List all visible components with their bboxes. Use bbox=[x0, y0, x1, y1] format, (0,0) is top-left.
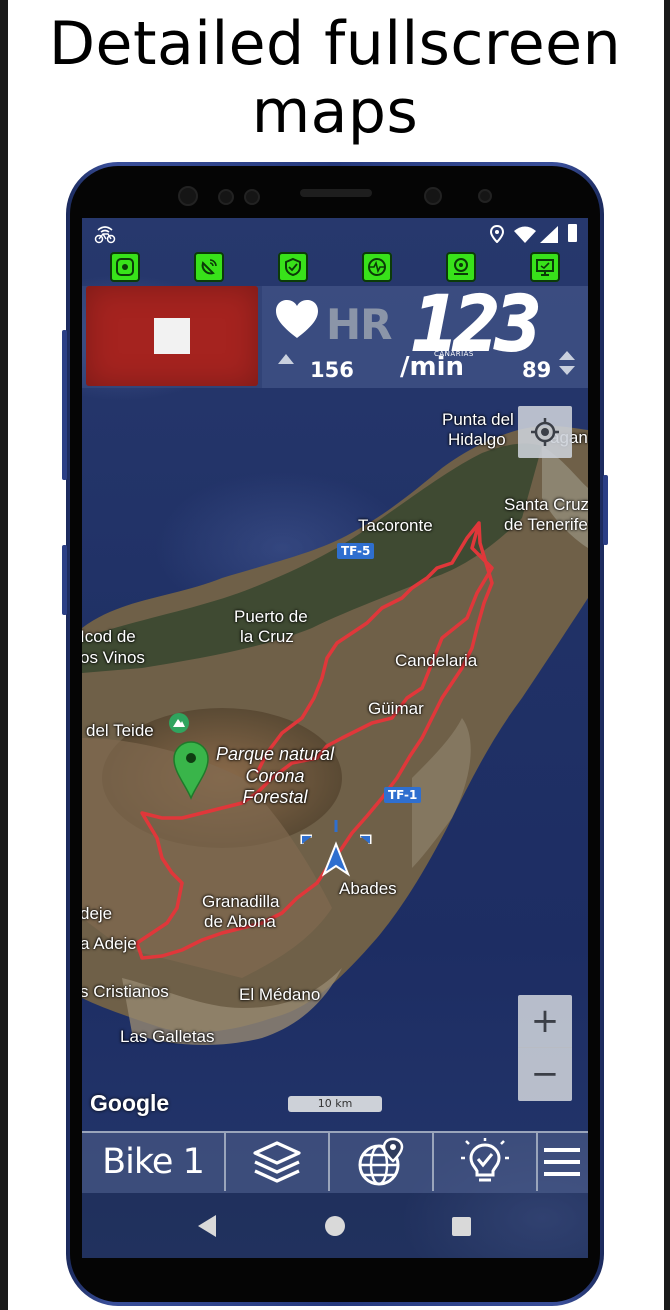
chevron-up-icon bbox=[278, 354, 294, 364]
map-label: Icod de bbox=[82, 627, 136, 646]
my-location-button[interactable] bbox=[518, 406, 572, 458]
map-label: Güimar bbox=[368, 699, 424, 718]
map-label: El Médano bbox=[239, 985, 321, 1004]
monitor-icon[interactable] bbox=[530, 252, 560, 282]
headline-line1: Detailed fullscreen bbox=[48, 9, 622, 79]
bixby-button bbox=[62, 545, 67, 615]
hr-value: 123 bbox=[411, 279, 542, 368]
satellite-dish-icon[interactable] bbox=[194, 252, 224, 282]
wifi-icon bbox=[514, 226, 536, 243]
map-label: Las Galletas bbox=[120, 1027, 215, 1046]
front-sensor bbox=[478, 189, 492, 203]
layers-icon bbox=[253, 1141, 301, 1183]
map-label: del Teide bbox=[86, 721, 154, 740]
hr-label: HR bbox=[326, 300, 392, 349]
google-logo: Google bbox=[90, 1090, 170, 1116]
map-source-button[interactable] bbox=[330, 1133, 434, 1191]
map-label-park: Parque natural bbox=[215, 744, 335, 764]
globe-pin-icon bbox=[358, 1137, 404, 1186]
headline-line2: maps bbox=[251, 77, 419, 147]
map-label: Puerto de bbox=[234, 607, 308, 626]
navigation-arrow-icon bbox=[300, 820, 372, 877]
shield-icon[interactable] bbox=[278, 252, 308, 282]
map-label: Hidalgo bbox=[448, 430, 506, 449]
zoom-in-button[interactable]: + bbox=[518, 995, 572, 1048]
bike-wifi-icon bbox=[94, 226, 116, 244]
status-bar bbox=[82, 218, 588, 252]
stop-button[interactable] bbox=[86, 286, 258, 386]
map-label: deje bbox=[82, 904, 113, 923]
menu-icon bbox=[544, 1148, 580, 1176]
data-panel: HR 123 CANARIAS /min 156 89 bbox=[82, 279, 588, 388]
map-label: la Cruz bbox=[240, 627, 294, 646]
stop-icon bbox=[154, 318, 190, 354]
map-label: de Abona bbox=[204, 912, 276, 931]
map-label: Punta del bbox=[442, 410, 514, 429]
crosshair-icon bbox=[531, 418, 559, 446]
heart-rate-widget[interactable]: HR 123 CANARIAS /min 156 89 bbox=[262, 279, 588, 388]
hr-unit: /min bbox=[400, 352, 465, 382]
signal-icon bbox=[540, 226, 558, 243]
zoom-controls: + − bbox=[518, 995, 572, 1101]
earpiece-speaker bbox=[300, 189, 372, 197]
recent-apps-icon[interactable] bbox=[452, 1217, 471, 1236]
app-screen: HR 123 CANARIAS /min 156 89 Punta del Hi… bbox=[82, 218, 588, 1258]
battery-icon bbox=[568, 224, 577, 242]
target-icon[interactable] bbox=[110, 252, 140, 282]
home-icon[interactable] bbox=[325, 1216, 345, 1236]
gps-tracker-icon[interactable] bbox=[446, 252, 476, 282]
front-sensor bbox=[178, 186, 198, 206]
zoom-out-button[interactable]: − bbox=[518, 1048, 572, 1100]
map-label: Santa Cruz bbox=[504, 495, 588, 514]
map-label: Abades bbox=[339, 879, 397, 898]
back-icon[interactable] bbox=[198, 1215, 216, 1237]
menu-button[interactable] bbox=[536, 1133, 586, 1191]
front-sensor bbox=[244, 189, 260, 205]
left-edge bbox=[0, 0, 8, 1310]
road-badge-tf1: TF-1 bbox=[384, 787, 422, 803]
location-icon bbox=[490, 225, 504, 243]
profile-label: Bike 1 bbox=[102, 1142, 205, 1182]
map-label: Granadilla bbox=[202, 892, 280, 911]
heart-pulse-icon[interactable] bbox=[362, 252, 392, 282]
screen-light-button[interactable] bbox=[434, 1133, 538, 1191]
system-nav-bar bbox=[82, 1193, 588, 1258]
map-scale: 10 km bbox=[288, 1096, 382, 1112]
map-label: Tacoronte bbox=[358, 516, 433, 535]
map-label: Candelaria bbox=[395, 651, 478, 670]
hr-min-value: 156 bbox=[310, 358, 354, 382]
map-label: s Cristianos bbox=[82, 982, 169, 1001]
map-label: a Adeje bbox=[82, 934, 137, 953]
hr-max-value: 89 bbox=[522, 358, 552, 382]
lightbulb-icon bbox=[461, 1138, 509, 1182]
map-label-park: Forestal bbox=[242, 787, 308, 807]
road-badge-tf5: TF-5 bbox=[337, 543, 375, 559]
headline: Detailed fullscreen maps bbox=[0, 10, 670, 146]
up-down-arrows-icon[interactable] bbox=[558, 350, 576, 376]
volume-button bbox=[62, 330, 67, 480]
front-sensor bbox=[218, 189, 234, 205]
layers-button[interactable] bbox=[226, 1133, 330, 1191]
map-label-park: Corona bbox=[245, 766, 305, 786]
map-label: os Vinos bbox=[82, 648, 145, 667]
profile-button[interactable]: Bike 1 bbox=[82, 1133, 226, 1191]
map-label: de Tenerife bbox=[504, 515, 588, 534]
heart-icon bbox=[276, 300, 318, 338]
mountain-poi-icon[interactable] bbox=[168, 712, 190, 734]
bottom-toolbar: Bike 1 bbox=[82, 1131, 588, 1193]
power-button bbox=[603, 475, 608, 545]
front-camera bbox=[424, 187, 442, 205]
right-edge bbox=[664, 0, 670, 1310]
map-pin-icon[interactable] bbox=[172, 740, 210, 800]
